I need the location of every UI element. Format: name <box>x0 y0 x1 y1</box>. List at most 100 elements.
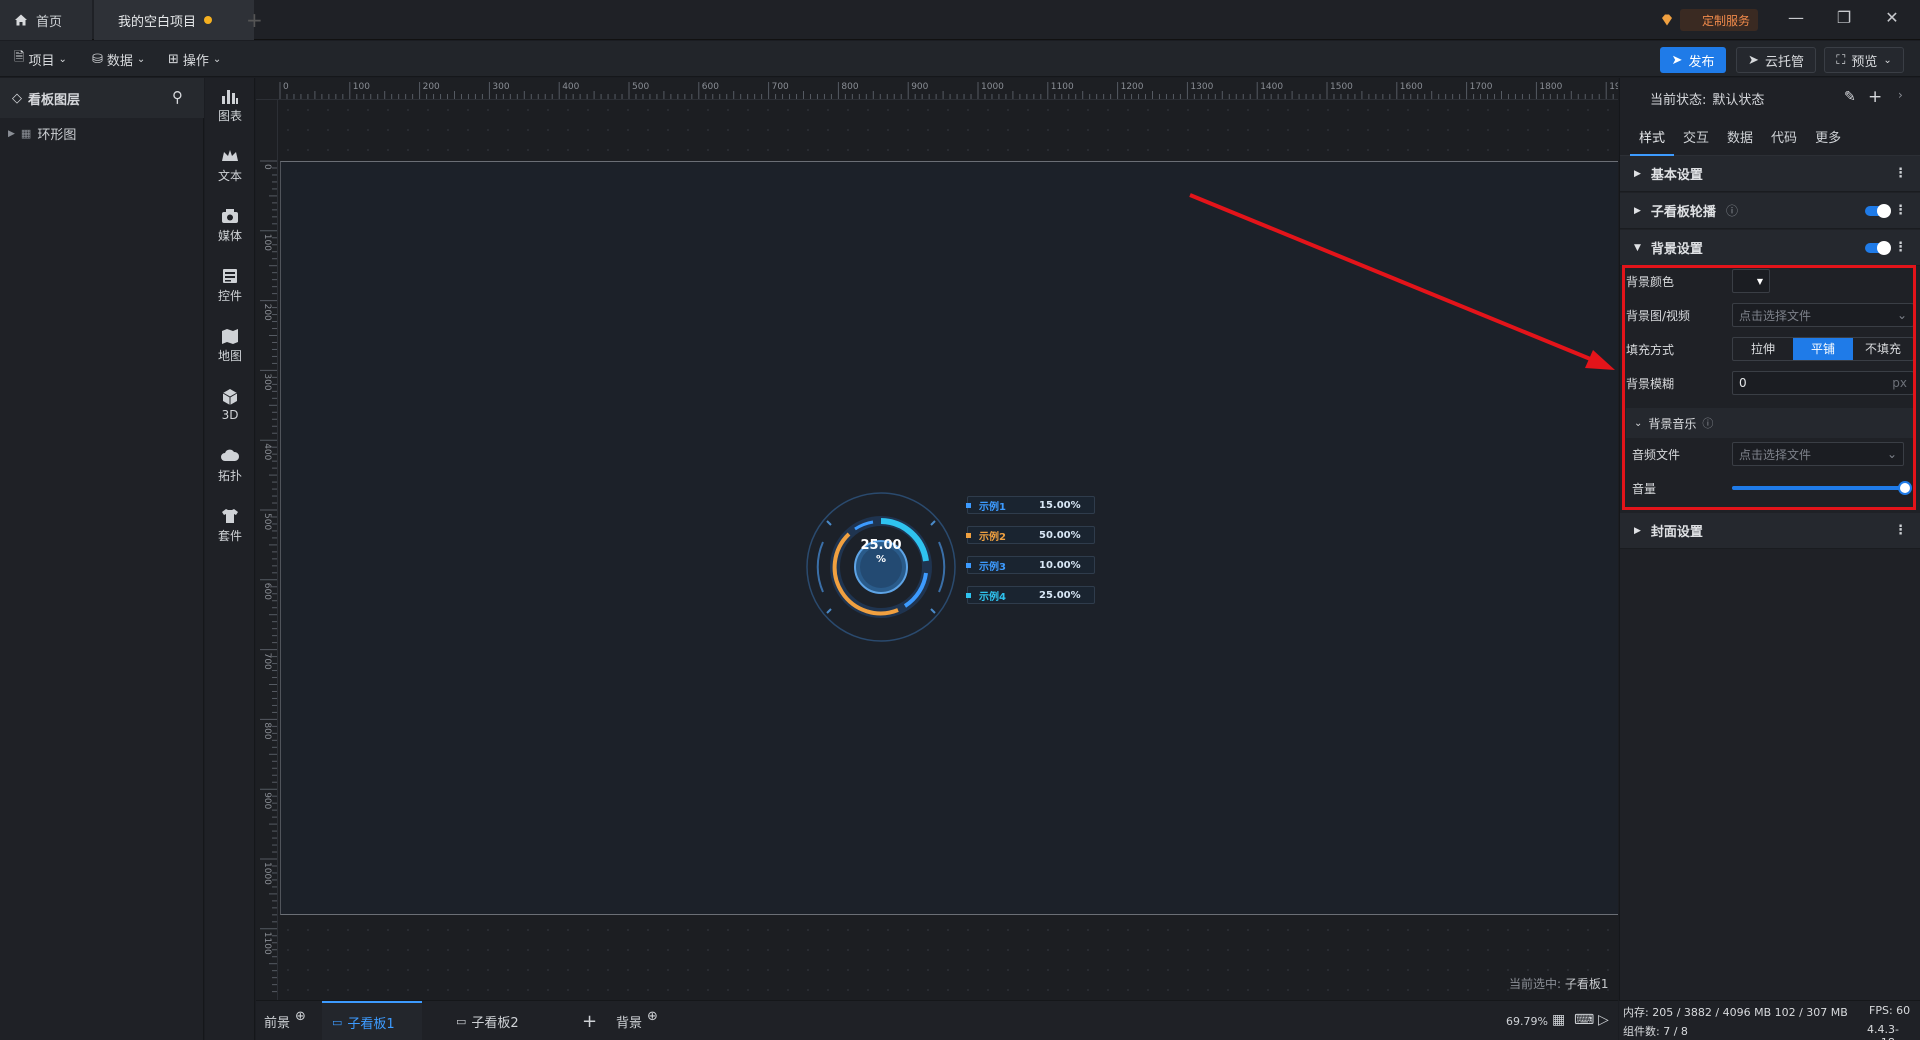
tab-board2[interactable]: ▭ 子看板2 <box>456 1001 556 1040</box>
component-text[interactable]: 文本 <box>205 140 255 190</box>
section-background[interactable]: ▼ 背景设置 ⋮ <box>1620 230 1920 266</box>
tab-project[interactable]: 我的空白项目 <box>94 0 254 40</box>
send-icon: ➤ <box>1671 52 1683 68</box>
send-icon: ➤ <box>1748 52 1759 68</box>
tab-board1[interactable]: ▭ 子看板1 <box>322 1001 422 1040</box>
layer-item[interactable]: ▶ ▦ 环形图 <box>8 124 76 143</box>
cloud-host-button[interactable]: ➤ 云托管 <box>1736 47 1816 73</box>
chevron-right-icon[interactable]: › <box>1898 88 1903 102</box>
menu-data[interactable]: ⛁ 数据 ⌄ <box>92 49 145 69</box>
selected-info: 当前选中: 子看板1 <box>1509 975 1609 992</box>
monitor-icon: ▭ <box>332 1015 343 1029</box>
component-map[interactable]: 地图 <box>205 320 255 370</box>
component-icon: ▦ <box>20 127 32 140</box>
tab-data[interactable]: 数据 <box>1718 122 1762 156</box>
ruler-label: 1100 <box>1051 82 1074 92</box>
state-value[interactable]: 默认状态 <box>1712 89 1764 108</box>
add-circle-icon[interactable]: ⊕ <box>647 1009 658 1024</box>
ruler-left: 0 100 200 300 400 500 600 700 800 900 1000 1100 <box>256 100 278 1000</box>
legend-name: 示例2 <box>979 531 1006 543</box>
terminal-icon[interactable]: ▷ <box>1598 1012 1609 1028</box>
donut-chart[interactable] <box>801 487 961 647</box>
component-topology[interactable]: 拓扑 <box>205 440 255 490</box>
carousel-toggle[interactable] <box>1865 204 1891 218</box>
ruler-label: 400 <box>562 82 579 92</box>
version-label: 4.4.3-rc.18 <box>1867 1023 1899 1040</box>
tab-home[interactable]: 首页 <box>0 0 92 40</box>
legend-item: 示例4 25.00% <box>966 586 1095 604</box>
legend-value: 15.00% <box>1039 499 1081 511</box>
annotation-arrow <box>1189 193 1615 370</box>
component-chart-label: 图表 <box>217 108 242 123</box>
selected-value: 子看板1 <box>1564 977 1609 991</box>
tab-background[interactable]: 背景 ⊕ <box>616 1001 666 1040</box>
chevron-down-icon: ⌄ <box>136 53 146 65</box>
grid-icon: ⊞ <box>168 51 179 67</box>
ruler-label: 300 <box>492 82 509 92</box>
tab-interaction[interactable]: 交互 <box>1674 122 1718 156</box>
component-3d[interactable]: 3D <box>205 380 255 430</box>
diamond-icon <box>1662 14 1672 26</box>
more-icon[interactable]: ⋮ <box>1894 203 1907 218</box>
tab-board1-label: 子看板1 <box>347 1016 395 1032</box>
preview-button[interactable]: ⛶ 预览 ⌄ <box>1824 47 1904 73</box>
section-cover[interactable]: ▶ 封面设置 ⋮ <box>1620 513 1920 549</box>
donut-center-value: 25.00 <box>860 538 902 553</box>
help-icon[interactable]: ⓘ <box>1726 202 1738 219</box>
legend-value: 25.00% <box>1039 589 1081 601</box>
ruler-label: 700 <box>772 82 789 92</box>
more-icon[interactable]: ⋮ <box>1894 166 1907 181</box>
caret-down-icon: ▼ <box>1634 242 1641 253</box>
section-carousel[interactable]: ▶ 子看板轮播 ⓘ ⋮ <box>1620 193 1920 229</box>
tab-style[interactable]: 样式 <box>1630 122 1675 156</box>
ruler-label: 0 <box>262 164 272 170</box>
more-icon[interactable]: ⋮ <box>1894 240 1907 255</box>
add-board-icon[interactable]: + <box>582 1001 597 1040</box>
plus-icon[interactable]: + <box>1868 87 1882 107</box>
component-kit[interactable]: 套件 <box>205 500 255 550</box>
background-toggle[interactable] <box>1865 241 1891 255</box>
component-media[interactable]: 媒体 <box>205 200 255 250</box>
tab-background-label: 背景 <box>616 1015 643 1031</box>
component-chart[interactable]: 图表 <box>205 80 255 130</box>
caret-right-icon: ▶ <box>1634 205 1641 216</box>
publish-button[interactable]: ➤ 发布 <box>1660 47 1726 73</box>
add-circle-icon[interactable]: ⊕ <box>295 1009 306 1024</box>
close-icon[interactable]: ✕ <box>1878 8 1906 30</box>
ruler-label: 1100 <box>262 932 272 955</box>
ruler-label: 100 <box>262 234 272 251</box>
menu-project[interactable]: 🗎 项目 ⌄ <box>14 49 67 69</box>
search-icon[interactable]: ⚲ <box>172 88 183 106</box>
camera-icon <box>222 208 238 223</box>
menu-operate-label: 操作 <box>182 53 209 69</box>
legend-name: 示例3 <box>979 561 1006 573</box>
chevron-down-icon: ⌄ <box>1883 54 1892 66</box>
custom-service-button[interactable]: 定制服务 <box>1662 9 1759 31</box>
cloud-icon <box>221 449 240 461</box>
monitor-icon: ▭ <box>456 1014 467 1028</box>
more-icon[interactable]: ⋮ <box>1894 523 1907 538</box>
zoom-level[interactable]: 69.79% <box>1506 1015 1548 1028</box>
minimize-icon[interactable]: — <box>1782 8 1810 30</box>
tab-foreground[interactable]: 前景 ⊕ <box>264 1001 314 1040</box>
shirt-icon <box>222 508 238 523</box>
section-basic[interactable]: ▶ 基本设置 ⋮ <box>1620 156 1920 192</box>
tab-more[interactable]: 更多 <box>1806 122 1850 156</box>
tab-code[interactable]: 代码 <box>1762 122 1806 156</box>
restore-icon[interactable]: ❐ <box>1830 8 1858 30</box>
ruler-left-ticks: 0 100 200 300 400 500 600 700 800 900 1000 1100 <box>260 160 277 993</box>
file-icon: 🗎 <box>14 50 25 65</box>
menu-data-label: 数据 <box>106 53 133 69</box>
menu-operate[interactable]: ⊞ 操作 ⌄ <box>168 49 221 69</box>
edit-icon[interactable]: ✎ <box>1844 89 1856 105</box>
add-tab-icon[interactable]: + <box>246 8 263 32</box>
fit-screen-icon[interactable]: ▦ <box>1552 1012 1565 1028</box>
ruler-label: 500 <box>632 82 649 92</box>
component-control[interactable]: 控件 <box>205 260 255 310</box>
donut-decor <box>816 541 824 593</box>
home-icon <box>15 14 27 26</box>
keyboard-icon[interactable]: ⌨ <box>1574 1012 1594 1028</box>
bottom-bar: 前景 ⊕ ▭ 子看板1 ▭ 子看板2 + 背景 ⊕ 69.79% ▦ ⌨ ▷ <box>256 1000 1618 1040</box>
ruler-label: 100 <box>353 82 370 92</box>
publish-label: 发布 <box>1688 54 1715 70</box>
